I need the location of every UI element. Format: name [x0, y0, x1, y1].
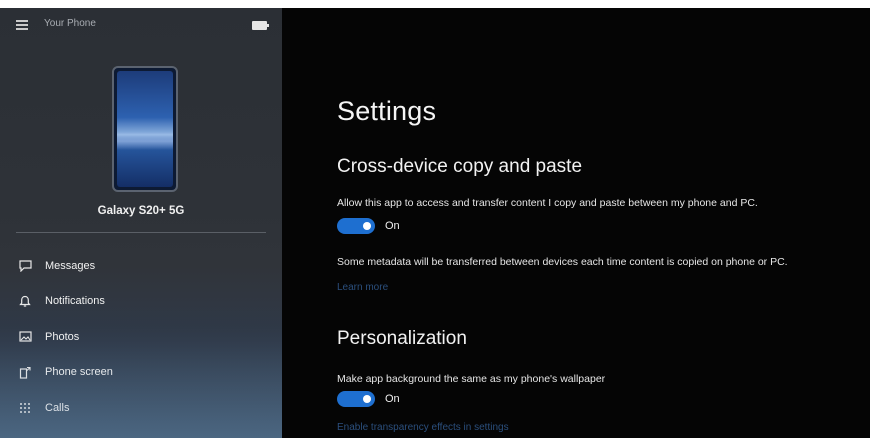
toggle-knob — [363, 395, 371, 403]
sidebar-item-label: Photos — [45, 330, 80, 343]
sidebar-nav: Messages Notifications Photos Phone scre… — [0, 248, 282, 426]
sidebar-item-label: Calls — [45, 401, 70, 414]
metadata-note: Some metadata will be transferred betwee… — [337, 256, 788, 268]
photo-icon — [18, 330, 32, 344]
device-name: Galaxy S20+ 5G — [97, 205, 185, 217]
battery-icon — [252, 21, 269, 30]
section-heading-copy-paste: Cross-device copy and paste — [337, 156, 583, 177]
sidebar-item-calls[interactable]: Calls — [0, 390, 282, 426]
sidebar-item-photos[interactable]: Photos — [0, 319, 282, 355]
sidebar-item-messages[interactable]: Messages — [0, 248, 282, 284]
sidebar-item-label: Messages — [45, 259, 96, 272]
sidebar-divider — [16, 232, 266, 233]
bell-icon — [18, 294, 32, 308]
hamburger-menu-icon[interactable] — [16, 20, 28, 30]
settings-panel: Settings Cross-device copy and paste All… — [282, 8, 870, 438]
your-phone-window: Your Phone Galaxy S20+ 5G Messages Notif… — [0, 0, 870, 438]
dialpad-icon — [18, 401, 32, 415]
phone-screen-icon — [18, 365, 32, 379]
learn-more-link[interactable]: Learn more — [337, 282, 388, 293]
copy-paste-description: Allow this app to access and transfer co… — [337, 197, 758, 209]
phone-wallpaper-reflection — [117, 132, 173, 150]
phone-wallpaper — [117, 71, 173, 187]
transparency-settings-link[interactable]: Enable transparency effects in settings — [337, 422, 509, 433]
copy-paste-toggle[interactable] — [337, 218, 375, 234]
chat-bubble-icon — [18, 259, 32, 273]
sidebar-item-phone-screen[interactable]: Phone screen — [0, 355, 282, 391]
wallpaper-background-toggle[interactable] — [337, 391, 375, 407]
toggle-knob — [363, 222, 371, 230]
section-heading-personalization: Personalization — [337, 328, 467, 349]
page-title: Settings — [337, 96, 437, 126]
app-title: Your Phone — [44, 18, 96, 29]
window-top-edge — [0, 0, 870, 8]
phone-image — [112, 66, 178, 192]
sidebar: Your Phone Galaxy S20+ 5G Messages Notif… — [0, 8, 282, 438]
sidebar-item-label: Notifications — [45, 295, 105, 308]
wallpaper-toggle-label: On — [385, 393, 400, 405]
sidebar-item-notifications[interactable]: Notifications — [0, 284, 282, 320]
personalization-description: Make app background the same as my phone… — [337, 373, 606, 385]
sidebar-item-label: Phone screen — [45, 366, 113, 379]
copy-paste-toggle-label: On — [385, 220, 400, 232]
